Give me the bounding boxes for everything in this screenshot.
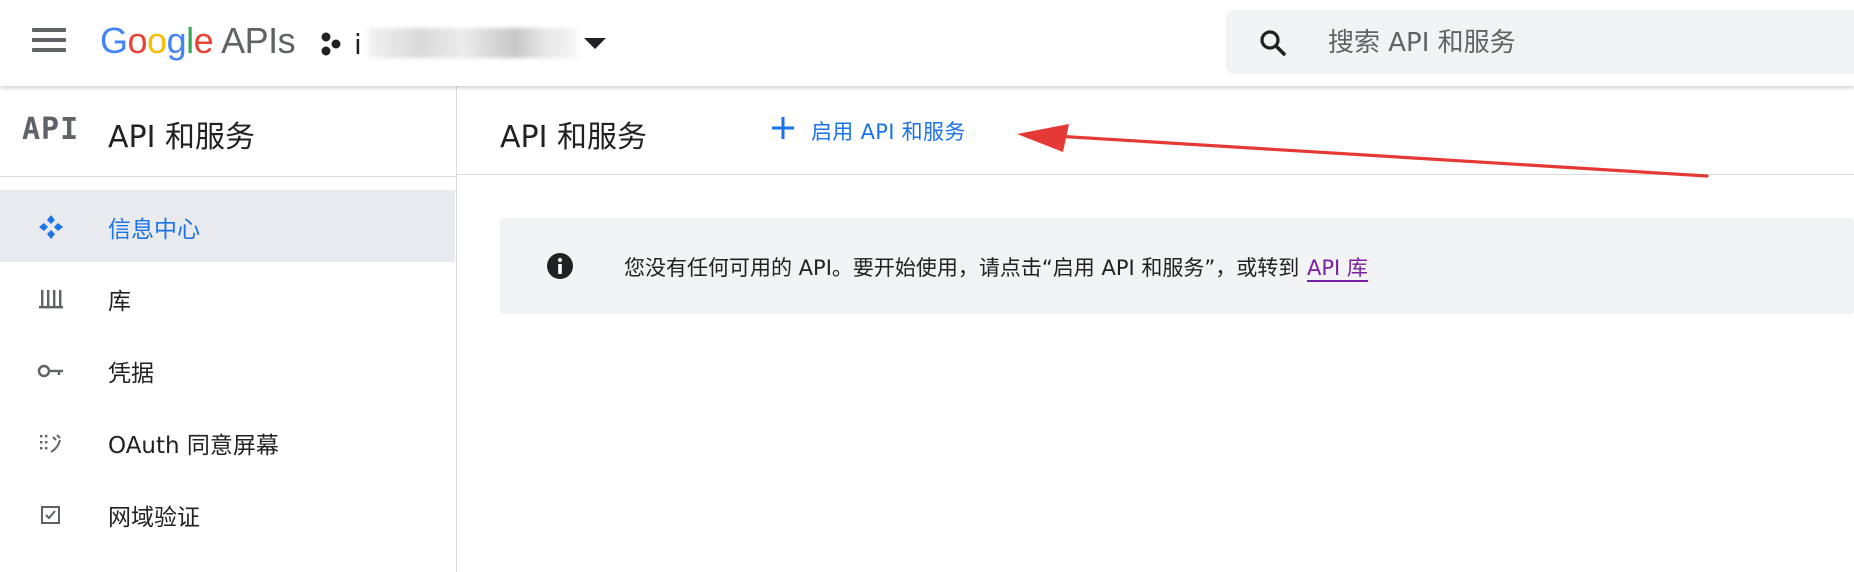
sidebar-item-label: 网域验证 bbox=[108, 505, 200, 531]
sidebar-header: API API 和服务 bbox=[0, 86, 456, 177]
api-logo-icon: API bbox=[22, 112, 80, 147]
enable-apis-button[interactable]: 启用 API 和服务 bbox=[769, 108, 999, 152]
info-icon bbox=[547, 253, 573, 279]
key-icon bbox=[37, 364, 63, 378]
api-library-link[interactable]: API 库 bbox=[1307, 252, 1368, 282]
search-icon bbox=[1260, 30, 1286, 56]
project-name-redacted bbox=[368, 28, 578, 58]
project-name: i bbox=[354, 28, 362, 61]
dashboard-icon bbox=[39, 215, 63, 239]
google-apis-logo[interactable]: Google APIs bbox=[100, 20, 296, 62]
sidebar-item-label: 库 bbox=[108, 289, 131, 315]
project-dots-icon bbox=[321, 32, 341, 56]
top-app-bar: Google APIs i bbox=[0, 0, 1854, 86]
checkbox-icon bbox=[41, 506, 60, 524]
chevron-down-icon bbox=[584, 38, 606, 49]
sidebar-item-label: 凭据 bbox=[108, 361, 154, 387]
annotation-arrow-icon bbox=[1017, 124, 1709, 178]
enable-apis-button-label: 启用 API 和服务 bbox=[811, 120, 966, 144]
hamburger-menu-icon[interactable] bbox=[22, 22, 78, 62]
sidebar-item-library[interactable]: 库 bbox=[0, 262, 455, 334]
info-banner: 您没有任何可用的 API。要开始使用，请点击“启用 API 和服务”，或转到 A… bbox=[500, 218, 1854, 314]
sidebar-item-label: OAuth 同意屏幕 bbox=[108, 433, 279, 459]
page-title: API 和服务 bbox=[500, 120, 647, 155]
project-selector[interactable]: i bbox=[316, 24, 606, 64]
sidebar-item-oauth-consent[interactable]: OAuth 同意屏幕 bbox=[0, 406, 455, 478]
info-message: 您没有任何可用的 API。要开始使用，请点击“启用 API 和服务”，或转到 bbox=[624, 256, 1300, 280]
main-header: API 和服务 启用 API 和服务 bbox=[457, 86, 1854, 178]
sidebar-item-dashboard[interactable]: 信息中心 bbox=[0, 190, 455, 262]
search-box[interactable] bbox=[1226, 10, 1854, 74]
sidebar-title: API 和服务 bbox=[108, 120, 255, 155]
search-input[interactable] bbox=[1326, 22, 1830, 64]
sidebar-item-label: 信息中心 bbox=[108, 217, 200, 243]
sidebar-item-domain-verification[interactable]: 网域验证 bbox=[0, 478, 455, 550]
sidebar-item-credentials[interactable]: 凭据 bbox=[0, 334, 455, 406]
main-content: API 和服务 启用 API 和服务 您没有任何可用的 API。要开始使用，请点… bbox=[457, 86, 1854, 572]
library-icon bbox=[39, 290, 63, 309]
sidebar: API API 和服务 信息中心 库 凭据 OAuth 同意屏幕 网域验证 bbox=[0, 86, 457, 572]
plus-icon bbox=[772, 117, 794, 139]
consent-icon bbox=[40, 434, 61, 453]
